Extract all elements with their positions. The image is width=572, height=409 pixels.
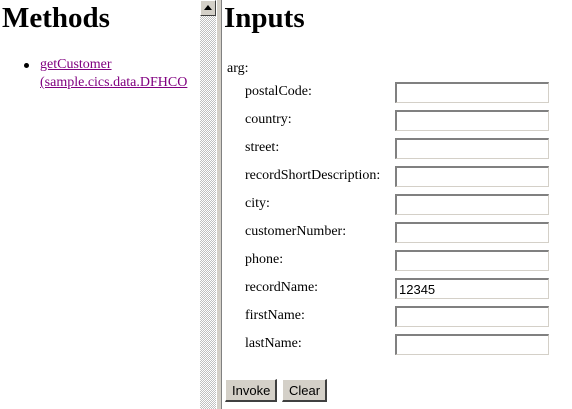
country-input[interactable] bbox=[395, 110, 549, 131]
field-row-phone: phone: bbox=[222, 248, 572, 271]
phone-input[interactable] bbox=[395, 250, 549, 271]
method-list: getCustomer (sample.cics.data.DFHCO bbox=[0, 56, 200, 92]
field-row-customernumber: customerNumber: bbox=[222, 220, 572, 243]
field-label: firstName: bbox=[245, 308, 305, 323]
bullet-icon bbox=[24, 63, 29, 68]
postalcode-input[interactable] bbox=[395, 82, 549, 103]
field-label: street: bbox=[245, 140, 280, 155]
field-row-postalcode: postalCode: bbox=[222, 80, 572, 103]
street-input[interactable] bbox=[395, 138, 549, 159]
field-row-recordname: recordName: bbox=[222, 276, 572, 299]
field-label: recordShortDescription: bbox=[245, 168, 381, 183]
arg-label: arg: bbox=[227, 61, 249, 76]
method-link-line1: getCustomer bbox=[40, 57, 112, 72]
inputs-frame: Inputs arg: postalCode: country: street:… bbox=[222, 0, 572, 409]
methods-title: Methods bbox=[2, 2, 110, 34]
firstname-input[interactable] bbox=[395, 306, 549, 327]
scroll-up-arrow-icon bbox=[204, 5, 212, 10]
recordshortdescription-input[interactable] bbox=[395, 166, 549, 187]
method-link-getcustomer[interactable]: getCustomer (sample.cics.data.DFHCO bbox=[40, 56, 200, 92]
field-label: city: bbox=[245, 196, 270, 211]
customernumber-input[interactable] bbox=[395, 222, 549, 243]
field-label: customerNumber: bbox=[245, 224, 347, 239]
methods-scrollbar[interactable] bbox=[200, 0, 216, 409]
scroll-up-button[interactable] bbox=[200, 0, 216, 16]
invoke-button[interactable]: Invoke bbox=[225, 379, 277, 402]
field-label: postalCode: bbox=[245, 84, 312, 99]
recordname-input[interactable] bbox=[395, 278, 549, 299]
field-row-city: city: bbox=[222, 192, 572, 215]
city-input[interactable] bbox=[395, 194, 549, 215]
lastname-input[interactable] bbox=[395, 334, 549, 355]
list-item: getCustomer (sample.cics.data.DFHCO bbox=[0, 56, 200, 92]
clear-button[interactable]: Clear bbox=[282, 379, 327, 402]
field-label: lastName: bbox=[245, 336, 302, 351]
methods-frame: Methods getCustomer (sample.cics.data.DF… bbox=[0, 0, 200, 409]
method-link-line2: (sample.cics.data.DFHCO bbox=[40, 75, 188, 90]
field-row-country: country: bbox=[222, 108, 572, 131]
field-row-recordshortdescription: recordShortDescription: bbox=[222, 164, 572, 187]
field-label: recordName: bbox=[245, 280, 319, 295]
field-row-firstname: firstName: bbox=[222, 304, 572, 327]
field-row-lastname: lastName: bbox=[222, 332, 572, 355]
field-label: country: bbox=[245, 112, 292, 127]
field-label: phone: bbox=[245, 252, 284, 267]
inputs-title: Inputs bbox=[224, 2, 305, 34]
field-row-street: street: bbox=[222, 136, 572, 159]
